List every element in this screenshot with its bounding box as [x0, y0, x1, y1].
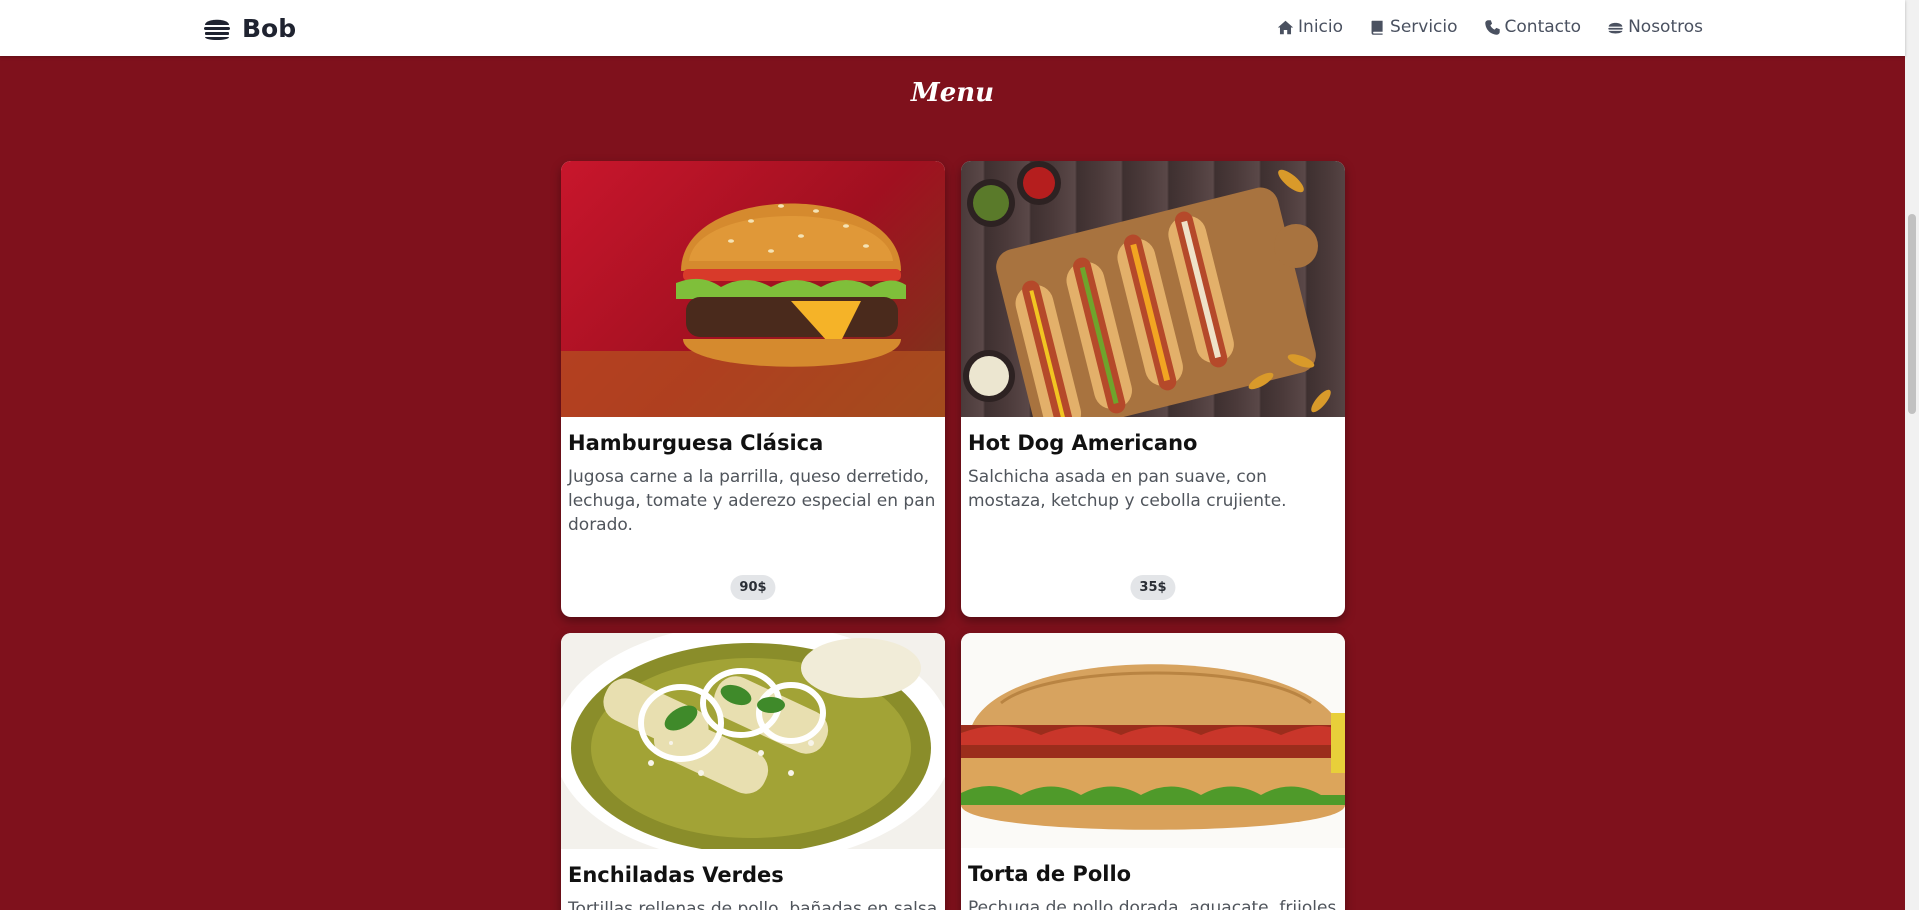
navbar: Bob Inicio Servicio Contacto Nosotros — [0, 0, 1905, 56]
enchiladas-image — [561, 633, 945, 849]
price-badge: 90$ — [730, 575, 776, 600]
card-body: Hot Dog Americano Salchicha asada en pan… — [961, 417, 1345, 513]
burger-icon — [204, 19, 230, 40]
scrollbar-track[interactable] — [1905, 0, 1919, 910]
card-description: Tortillas rellenas de pollo, bañadas en … — [568, 899, 938, 910]
nav-inicio[interactable]: Inicio — [1277, 17, 1343, 37]
brand-name: Bob — [242, 13, 297, 43]
card-body: Torta de Pollo Pechuga de pollo dorada, … — [961, 848, 1345, 910]
card-title: Hot Dog Americano — [968, 431, 1198, 455]
menu-card: Hamburguesa Clásica Jugosa carne a la pa… — [561, 161, 945, 617]
nav-nosotros-label: Nosotros — [1628, 17, 1703, 37]
section-title: Menu — [910, 78, 995, 108]
card-title: Enchiladas Verdes — [568, 863, 784, 887]
card-body: Enchiladas Verdes Tortillas rellenas de … — [561, 849, 945, 910]
card-description: Pechuga de pollo dorada, aguacate, frijo… — [968, 898, 1337, 910]
nav-nosotros[interactable]: Nosotros — [1607, 17, 1703, 37]
torta-image — [961, 633, 1345, 848]
book-icon — [1371, 20, 1383, 35]
burger-icon — [1608, 22, 1623, 33]
nav-servicio[interactable]: Servicio — [1369, 17, 1458, 37]
card-title: Hamburguesa Clásica — [568, 431, 824, 455]
nav-inicio-label: Inicio — [1298, 17, 1344, 37]
card-description: Jugosa carne a la parrilla, queso derret… — [568, 467, 936, 535]
menu-card: Enchiladas Verdes Tortillas rellenas de … — [561, 633, 945, 910]
card-title: Torta de Pollo — [968, 862, 1132, 886]
nav-servicio-label: Servicio — [1390, 17, 1458, 37]
hotdog-image — [961, 161, 1345, 417]
nav-links: Inicio Servicio Contacto Nosotros — [1277, 17, 1703, 37]
menu-card: Hot Dog Americano Salchicha asada en pan… — [961, 161, 1345, 617]
home-icon — [1277, 20, 1294, 34]
card-body: Hamburguesa Clásica Jugosa carne a la pa… — [561, 417, 945, 537]
nav-contacto-label: Contacto — [1504, 17, 1582, 37]
menu-card: Torta de Pollo Pechuga de pollo dorada, … — [961, 633, 1345, 910]
burger-image — [561, 161, 945, 417]
card-description: Salchicha asada en pan suave, con mostaz… — [968, 467, 1287, 511]
scrollbar-thumb[interactable] — [1908, 214, 1916, 414]
phone-icon — [1484, 19, 1500, 35]
price-badge: 35$ — [1130, 575, 1176, 600]
brand-link[interactable]: Bob — [202, 13, 296, 43]
nav-contacto[interactable]: Contacto — [1484, 17, 1582, 37]
